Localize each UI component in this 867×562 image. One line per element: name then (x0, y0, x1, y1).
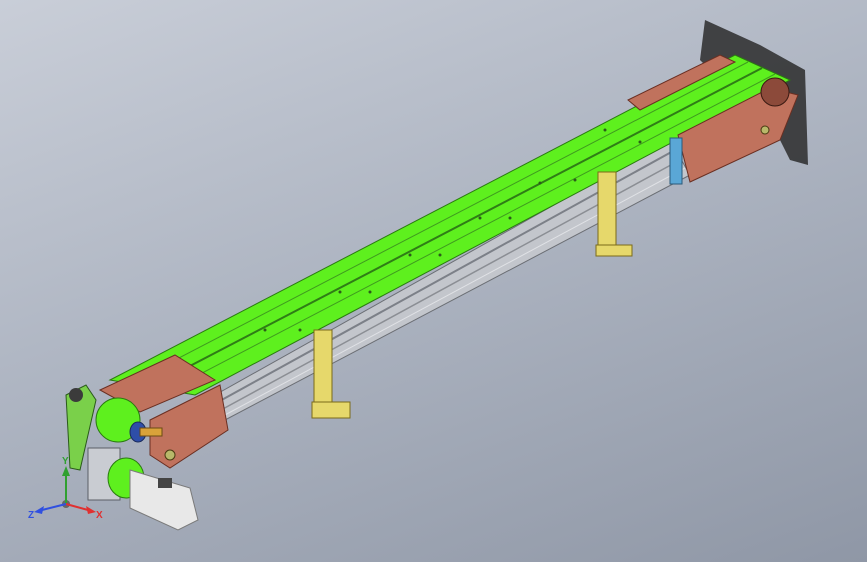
triad-z-label: Z (28, 510, 34, 521)
belt-divider (124, 61, 749, 387)
tensioner-block (669, 137, 683, 185)
near-bolt (164, 449, 176, 461)
triad-x-label: X (96, 510, 103, 521)
far-bolt (760, 125, 770, 135)
motor-connector (158, 478, 172, 488)
far-pulley (760, 77, 790, 107)
z-axis-arrow-icon (34, 506, 44, 514)
belt-divider (159, 73, 776, 396)
triad-y-label: Y (62, 456, 69, 467)
orientation-triad[interactable]: Y X Z (26, 452, 106, 532)
x-axis-line (65, 503, 89, 511)
x-axis-arrow-icon (86, 506, 96, 514)
drive-shaft (139, 427, 163, 437)
belt-divider (139, 67, 763, 393)
z-axis-line (41, 503, 67, 511)
drive-arm-pivot (69, 388, 83, 402)
y-axis-arrow-icon (62, 466, 70, 476)
conveyor-model[interactable] (0, 0, 867, 562)
graphics-viewport[interactable]: Y X Z (0, 0, 867, 562)
